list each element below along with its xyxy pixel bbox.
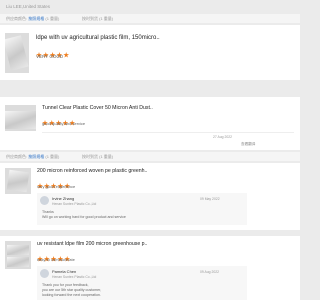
avatar xyxy=(40,196,49,205)
product-title[interactable]: Tunnel Clear Plastic Cover 50 Micron Ant… xyxy=(42,105,153,111)
rating-stars xyxy=(42,113,76,126)
reply-company: Henan Suntex Plastic Co.,Ltd xyxy=(52,275,97,279)
review-card: ldpe with uv agricultural plastic film, … xyxy=(0,25,300,80)
meta-attr-value: 按照规格 xyxy=(28,154,45,159)
review-text: good quality and service xyxy=(42,121,86,126)
review-card: uv resistant ldpe film 200 micron greenh… xyxy=(0,236,300,300)
meta-count-label: 按时到货 xyxy=(82,16,98,21)
divider xyxy=(42,132,294,133)
meta-attr-label: 供应商颜色 xyxy=(6,16,26,21)
meta-count: (1 重量) xyxy=(45,16,60,21)
reply-date: 09 May 2022 xyxy=(200,197,220,201)
meta-count-2: (1 重量) xyxy=(99,154,114,159)
review-meta-bar: 供应商颜色: 按照规格 (1 重量) 按时到货 (1 重量) xyxy=(0,152,300,161)
meta-count-2: (1 重量) xyxy=(99,16,114,21)
seller-reply: Irvine Zhang Henan Suntex Plastic Co.,Lt… xyxy=(37,193,247,225)
rating-stars xyxy=(37,176,71,189)
review-text: very good experience xyxy=(37,184,76,189)
avatar xyxy=(40,269,49,278)
meta-attr-value: 按照规格 xyxy=(28,16,45,21)
product-thumbnail[interactable] xyxy=(5,105,36,131)
reply-text: Thank you for your feedback, you are our… xyxy=(42,283,102,298)
reviews-page: Liu LEE,United States 供应商颜色: 按照规格 (1 重量)… xyxy=(0,0,300,300)
reply-author: Irvine Zhang xyxy=(52,196,75,201)
rating-stars xyxy=(36,45,70,58)
rating-stars xyxy=(37,249,71,262)
review-card: 200 micron reinforced woven pe plastic g… xyxy=(0,163,300,230)
buyer-country: Liu LEE,United States xyxy=(6,4,51,9)
translate-link[interactable]: 查看翻译 xyxy=(241,142,255,147)
review-meta-bar: 供应商颜色: 按照规格 (1 重量) 按时到货 (1 重量) xyxy=(0,14,300,23)
seller-reply: Pamela Chen Henan Suntex Plastic Co.,Ltd… xyxy=(37,266,247,300)
review-date: 27 Aug 2022 xyxy=(213,135,233,139)
meta-attr-label: 供应商颜色 xyxy=(6,154,26,159)
product-thumbnail[interactable] xyxy=(5,241,31,269)
review-card: Tunnel Clear Plastic Cover 50 Micron Ant… xyxy=(0,97,300,150)
reply-author: Pamela Chen xyxy=(52,269,77,274)
meta-count: (1 重量) xyxy=(45,154,60,159)
reply-text: Thanks Will go on working hard for good … xyxy=(42,210,126,220)
product-title[interactable]: 200 micron reinforced woven pe plastic g… xyxy=(37,168,147,174)
product-title[interactable]: uv resistant ldpe film 200 micron greenh… xyxy=(37,241,147,247)
reply-company: Henan Suntex Plastic Co.,Ltd xyxy=(52,202,97,206)
product-thumbnail[interactable] xyxy=(5,33,29,73)
reply-date: 09 Aug 2022 xyxy=(200,270,220,274)
review-text: easy to communicate xyxy=(37,257,75,262)
review-text: VERY GOOD xyxy=(36,54,64,59)
meta-count-label: 按时到货 xyxy=(82,154,98,159)
product-thumbnail[interactable] xyxy=(5,168,31,194)
star-icon xyxy=(63,52,70,58)
product-title[interactable]: ldpe with uv agricultural plastic film, … xyxy=(36,35,160,41)
